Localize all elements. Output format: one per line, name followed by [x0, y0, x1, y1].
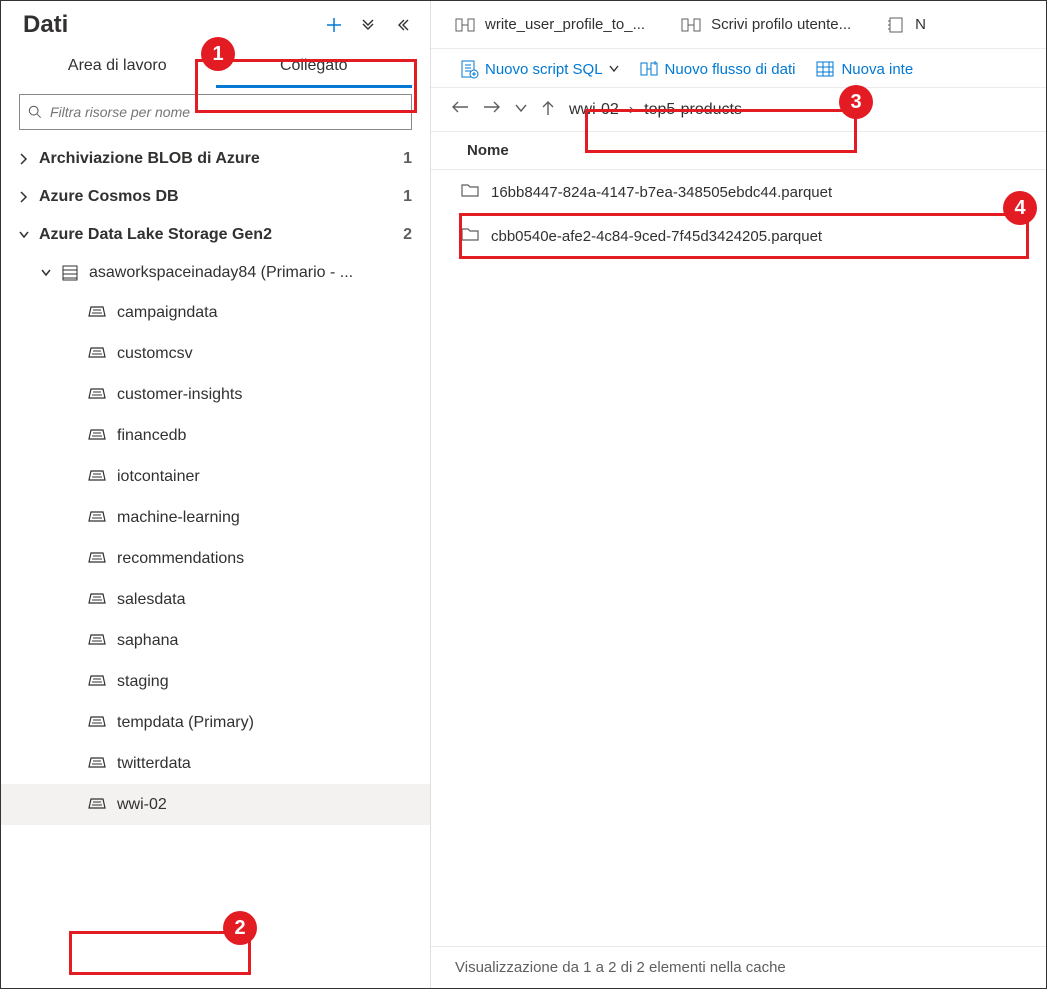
container-icon [87, 384, 107, 405]
doc-tab[interactable]: N [869, 1, 944, 48]
container-icon [87, 794, 107, 815]
column-header-name[interactable]: Nome [431, 131, 1046, 170]
new-sql-button[interactable]: Nuovo script SQL [459, 59, 619, 79]
container-item[interactable]: machine-learning [1, 497, 430, 538]
tree-node-workspace[interactable]: asaworkspaceinaday84 (Primario - ... [1, 254, 430, 292]
container-item[interactable]: campaigndata [1, 292, 430, 333]
container-label: machine-learning [117, 509, 412, 527]
container-label: wwi-02 [117, 796, 412, 814]
tab-linked[interactable]: Collegato [216, 45, 413, 88]
chevron-right-icon [19, 153, 29, 165]
container-icon [87, 712, 107, 733]
container-icon [87, 343, 107, 364]
nav-recent-icon[interactable] [513, 98, 529, 121]
file-name: 16bb8447-824a-4147-b7ea-348505ebdc44.par… [491, 184, 832, 201]
dataflow-icon [681, 16, 701, 34]
expand-all-icon[interactable] [358, 15, 378, 35]
dataflow-icon [455, 16, 475, 34]
container-item[interactable]: twitterdata [1, 743, 430, 784]
chevron-down-icon [41, 269, 51, 277]
container-icon [87, 425, 107, 446]
folder-icon [461, 226, 479, 246]
container-label: iotcontainer [117, 468, 412, 486]
container-item[interactable]: saphana [1, 620, 430, 661]
sql-script-icon [459, 59, 479, 79]
sidebar: Dati Area di lavoro Collegato [1, 1, 431, 988]
doc-tab[interactable]: Scrivi profilo utente... [663, 1, 869, 48]
container-icon [87, 630, 107, 651]
filter-input[interactable] [48, 103, 403, 121]
breadcrumb-folder[interactable]: top5-products [644, 101, 742, 119]
container-label: customer-insights [117, 386, 412, 404]
main-panel: write_user_profile_to_... Scrivi profilo… [431, 1, 1046, 988]
tree-node-adls[interactable]: Azure Data Lake Storage Gen2 2 [1, 216, 430, 254]
container-item[interactable]: customer-insights [1, 374, 430, 415]
container-item[interactable]: iotcontainer [1, 456, 430, 497]
file-row[interactable]: cbb0540e-afe2-4c84-9ced-7f45d3424205.par… [431, 214, 1046, 258]
notebook-icon [887, 16, 905, 34]
container-icon [87, 548, 107, 569]
container-item[interactable]: wwi-02 [1, 784, 430, 825]
nav-back-icon[interactable] [449, 98, 471, 121]
container-label: recommendations [117, 550, 412, 568]
chevron-right-icon [19, 191, 29, 203]
tree-node-blob[interactable]: Archiviazione BLOB di Azure 1 [1, 140, 430, 178]
container-icon [87, 753, 107, 774]
container-label: staging [117, 673, 412, 691]
status-bar: Visualizzazione da 1 a 2 di 2 elementi n… [431, 946, 1046, 988]
container-item[interactable]: customcsv [1, 333, 430, 374]
container-item[interactable]: staging [1, 661, 430, 702]
filter-input-wrap[interactable] [19, 94, 412, 130]
container-label: financedb [117, 427, 412, 445]
folder-icon [461, 182, 479, 202]
new-dataflow-button[interactable]: Nuovo flusso di dati [639, 59, 796, 79]
breadcrumb-root[interactable]: wwi-02 [569, 101, 619, 119]
container-label: twitterdata [117, 755, 412, 773]
table-icon [815, 59, 835, 79]
container-label: tempdata (Primary) [117, 714, 412, 732]
nav-forward-icon[interactable] [481, 98, 503, 121]
file-row[interactable]: 16bb8447-824a-4147-b7ea-348505ebdc44.par… [431, 170, 1046, 214]
container-item[interactable]: salesdata [1, 579, 430, 620]
container-item[interactable]: financedb [1, 415, 430, 456]
database-icon [61, 264, 79, 282]
container-icon [87, 671, 107, 692]
doc-tab[interactable]: write_user_profile_to_... [437, 1, 663, 48]
tab-workspace[interactable]: Area di lavoro [19, 45, 216, 88]
container-icon [87, 466, 107, 487]
container-icon [87, 589, 107, 610]
breadcrumb: wwi-02 › top5-products [569, 101, 742, 119]
container-item[interactable]: tempdata (Primary) [1, 702, 430, 743]
container-label: campaigndata [117, 304, 412, 322]
doc-tabs: write_user_profile_to_... Scrivi profilo… [431, 1, 1046, 49]
container-label: customcsv [117, 345, 412, 363]
container-label: saphana [117, 632, 412, 650]
collapse-panel-icon[interactable] [392, 15, 412, 35]
search-icon [28, 105, 42, 119]
chevron-down-icon [19, 231, 29, 239]
chevron-right-icon: › [629, 101, 634, 119]
dataflow-icon [639, 59, 659, 79]
new-integration-button[interactable]: Nuova inte [815, 59, 913, 79]
add-icon[interactable] [324, 15, 344, 35]
chevron-down-icon [609, 65, 619, 73]
nav-up-icon[interactable] [539, 98, 557, 121]
file-name: cbb0540e-afe2-4c84-9ced-7f45d3424205.par… [491, 228, 822, 245]
container-item[interactable]: recommendations [1, 538, 430, 579]
container-icon [87, 507, 107, 528]
container-label: salesdata [117, 591, 412, 609]
tree-node-cosmos[interactable]: Azure Cosmos DB 1 [1, 178, 430, 216]
container-icon [87, 302, 107, 323]
sidebar-title: Dati [23, 11, 68, 39]
file-list: 16bb8447-824a-4147-b7ea-348505ebdc44.par… [431, 170, 1046, 946]
